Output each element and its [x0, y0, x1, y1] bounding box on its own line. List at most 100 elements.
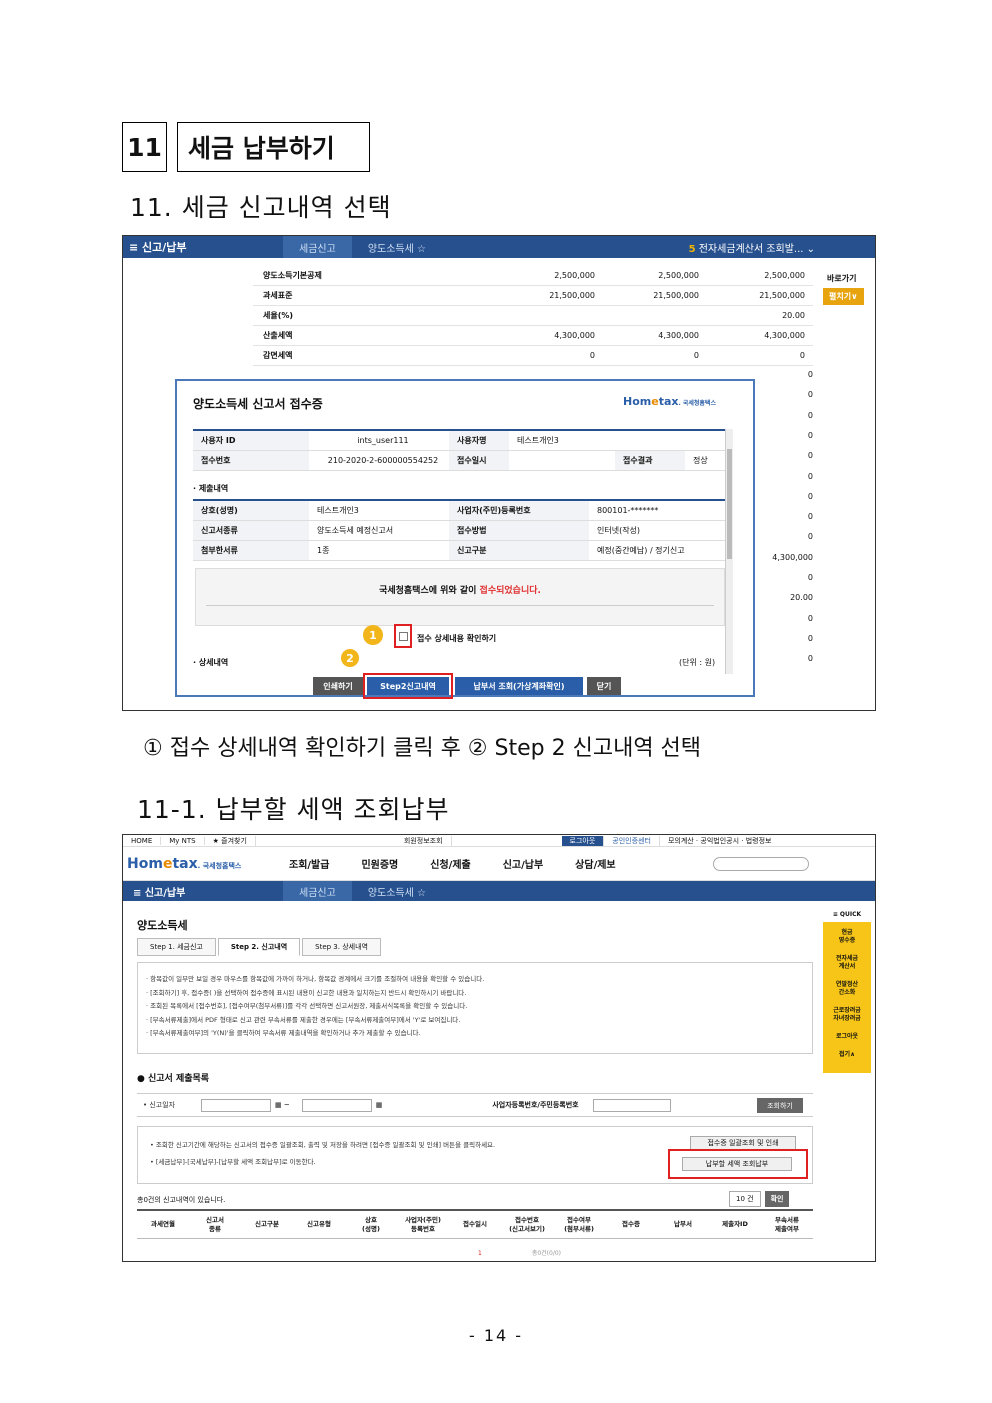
crumb-capital-gains[interactable]: 양도소득세 ☆: [352, 240, 442, 255]
screenshot-report-list: HOME My NTS ★ 즐겨찾기 회원정보조회 로그아웃 공인인증센터 모의…: [122, 834, 876, 1262]
top-navbar: ≡ 신고/납부 세금신고 양도소득세 ☆ 5 전자세금계산서 조회발... ⌄: [123, 236, 875, 258]
modal-scrollbar[interactable]: [725, 429, 733, 674]
quick-item[interactable]: 근로장려금 자녀장려금: [825, 1007, 869, 1023]
logout-link[interactable]: 로그아웃: [561, 835, 605, 846]
nav-menu[interactable]: ≡ 신고/납부: [123, 239, 283, 255]
quick-item[interactable]: 현금 영수증: [825, 929, 869, 945]
step2-report-button[interactable]: Step2신고내역: [363, 673, 453, 699]
tab-step2[interactable]: Step 2. 신고내역: [217, 938, 301, 956]
page-title: 양도소득세: [137, 919, 188, 932]
receipt-notice: 국세청홈택스에 위와 같이 접수되었습니다.: [195, 568, 725, 626]
result-table-header: 과세연월 신고서 종류 신고구분 신고유형 상호 (성명) 사업자(주민) 등록번호 접수일…: [137, 1209, 813, 1239]
calendar-icon[interactable]: ▦: [376, 1101, 383, 1109]
quick-menu: ≡ QUICK 현금 영수증 전자세금 계산서 연말정산 간소화 근로장려금 자녀장려…: [823, 911, 871, 1073]
top-utility-bar: HOME My NTS ★ 즐겨찾기 회원정보조회 로그아웃 공인인증센터 모의…: [123, 835, 875, 847]
bizno-input[interactable]: [592, 1098, 671, 1112]
quick-fold-button[interactable]: 접기∧: [825, 1051, 869, 1059]
receipt-modal: 양도소득세 신고서 접수증 Hometax. 국세청홈택스 사용자 ID ints…: [175, 379, 755, 699]
column-header: 신고구분: [255, 1220, 279, 1228]
quick-item[interactable]: 전자세금 계산서: [825, 955, 869, 971]
info-line: · 항목값이 일부만 보일 경우 마우스를 항목값에 가까이 하거나, 항목값 …: [146, 975, 485, 983]
table-row: 세율(%) 20.00: [253, 306, 813, 326]
column-header: 제출자ID: [722, 1220, 748, 1228]
tab-step3[interactable]: Step 3. 상세내역: [302, 938, 381, 956]
table-row: 양도소득기본공제 2,500,000 2,500,000 2,500,000: [253, 266, 813, 286]
list-title: ● 신고서 제출목록: [137, 1074, 210, 1084]
checkbox-label: 접수 상세내용 확인하기: [417, 634, 497, 643]
quick-link[interactable]: 바로가기: [827, 273, 856, 284]
table-row: 첨부한서류 1종 신고구분 예정(중간예납) / 정기신고: [193, 541, 725, 561]
quick-item[interactable]: 로그아웃: [825, 1033, 869, 1041]
heading-select-report: 11. 세금 신고내역 선택: [130, 193, 392, 222]
menu-inquiry[interactable]: 조회/발급: [273, 856, 345, 871]
crumb-tax-report[interactable]: 세금신고: [283, 236, 352, 258]
detail-checkbox-highlight[interactable]: [394, 624, 412, 648]
menu-apply[interactable]: 신청/제출: [414, 856, 486, 871]
recent-menu[interactable]: 5 전자세금계산서 조회발... ⌄: [689, 240, 815, 255]
table-row: 상호(성명) 테스트개인3 사업자(주민)등록번호 800101-*******: [193, 501, 725, 521]
member-info-link[interactable]: 회원정보조회: [396, 835, 452, 846]
search-button[interactable]: 조회하기: [757, 1098, 803, 1113]
calendar-icon[interactable]: ▦ ~: [275, 1101, 290, 1109]
payment-slip-button[interactable]: 납부서 조회(가상계좌확인): [455, 677, 583, 695]
menu-consult[interactable]: 상담/제보: [559, 856, 631, 871]
checkbox[interactable]: [399, 632, 408, 641]
table-row: 사용자 ID ints_user111 사용자명 테스트개인3: [193, 431, 725, 451]
right-value: 20.00: [790, 593, 813, 603]
pay-highlight: 납부할 세액 조회납부: [668, 1149, 808, 1179]
right-value: 0: [807, 451, 813, 461]
print-button[interactable]: 인쇄하기: [313, 677, 363, 695]
heading-pay-tax: 11-1. 납부할 세액 조회납부: [137, 795, 450, 824]
table-row: 감면세액 0 0 0: [253, 346, 813, 366]
right-value: 0: [807, 410, 813, 420]
tab-step1[interactable]: Step 1. 세금신고: [137, 938, 216, 956]
receipt-batch-button[interactable]: 접수증 일괄조회 및 인쇄: [690, 1136, 796, 1150]
receipt-info-table: 사용자 ID ints_user111 사용자명 테스트개인3 접수번호 210-202…: [193, 429, 725, 471]
right-value: 0: [807, 532, 813, 542]
crumb-tax-report[interactable]: 세금신고: [283, 881, 352, 901]
pay-tax-button[interactable]: 납부할 세액 조회납부: [682, 1157, 792, 1171]
menu-certificate[interactable]: 민원증명: [345, 856, 414, 871]
page-size-confirm[interactable]: 확인: [764, 1191, 790, 1207]
favorites-link[interactable]: ★ 즐겨찾기: [205, 835, 256, 846]
cert-center-link[interactable]: 공인인증센터: [604, 835, 660, 846]
table-row: 과세표준 21,500,000 21,500,000 21,500,000: [253, 286, 813, 306]
detail-subheading: · 상세내역: [193, 658, 229, 667]
start-date-input[interactable]: [201, 1098, 271, 1112]
date-label: • 신고일자: [143, 1101, 176, 1109]
step-tabs: Step 1. 세금신고 Step 2. 신고내역 Step 3. 상세내역: [137, 938, 383, 956]
right-value: 0: [807, 573, 813, 582]
column-header: 접수일시: [463, 1220, 487, 1228]
misc-links[interactable]: 모의계산 · 공익법인공시 · 법령정보: [660, 836, 780, 846]
close-button[interactable]: 닫기: [587, 677, 621, 695]
home-link[interactable]: HOME: [123, 836, 162, 845]
quick-item[interactable]: 연말정산 간소화: [825, 981, 869, 997]
notice-text: 국세청홈택스에 위와 같이 접수되었습니다.: [379, 586, 541, 596]
search-row: • 신고일자 ▦ ~ ▦ 사업자등록번호/주민등록번호 조회하기: [137, 1093, 813, 1117]
page-size-select[interactable]: 10 건: [729, 1191, 761, 1207]
right-value: 0: [807, 370, 813, 379]
mynts-link[interactable]: My NTS: [161, 836, 205, 845]
unit-label: (단위 : 원): [679, 658, 716, 667]
table-row: 신고서종류 양도소득세 예정신고서 접수방법 인터넷(작성): [193, 521, 725, 541]
column-header: 상호 (성명): [362, 1215, 380, 1233]
expand-button[interactable]: 펼치기∨: [823, 288, 864, 305]
section-title: 세금 납부하기: [177, 122, 370, 172]
caption: ① 접수 상세내역 확인하기 클릭 후 ② Step 2 신고내역 선택: [143, 736, 702, 761]
nav-menu[interactable]: ≡ 신고/납부: [123, 884, 283, 899]
modal-title: 양도소득세 신고서 접수증: [193, 397, 323, 411]
submit-subheading: · 제출내역: [193, 484, 229, 493]
crumb-capital-gains[interactable]: 양도소득세 ☆: [352, 884, 442, 899]
page-number: - 14 -: [468, 1326, 524, 1345]
menu-report-pay[interactable]: 신고/납부: [487, 856, 559, 871]
hometax-logo[interactable]: Hometax. 국세청홈택스: [123, 856, 273, 872]
table-row: 산출세액 4,300,000 4,300,000 4,300,000: [253, 326, 813, 346]
pager: 1 총0건(0/0): [478, 1250, 562, 1257]
end-date-input[interactable]: [301, 1098, 372, 1112]
column-header: 납부서: [674, 1220, 692, 1228]
divider: [206, 605, 714, 606]
sub-navbar: ≡ 신고/납부 세금신고 양도소득세 ☆: [123, 881, 875, 901]
right-value: 0: [807, 491, 813, 501]
info-line: · [조회하기] 후, 접수증( )을 선택하여 접수증에 표시된 내용이 신고…: [146, 988, 467, 997]
search-input[interactable]: [713, 856, 809, 871]
